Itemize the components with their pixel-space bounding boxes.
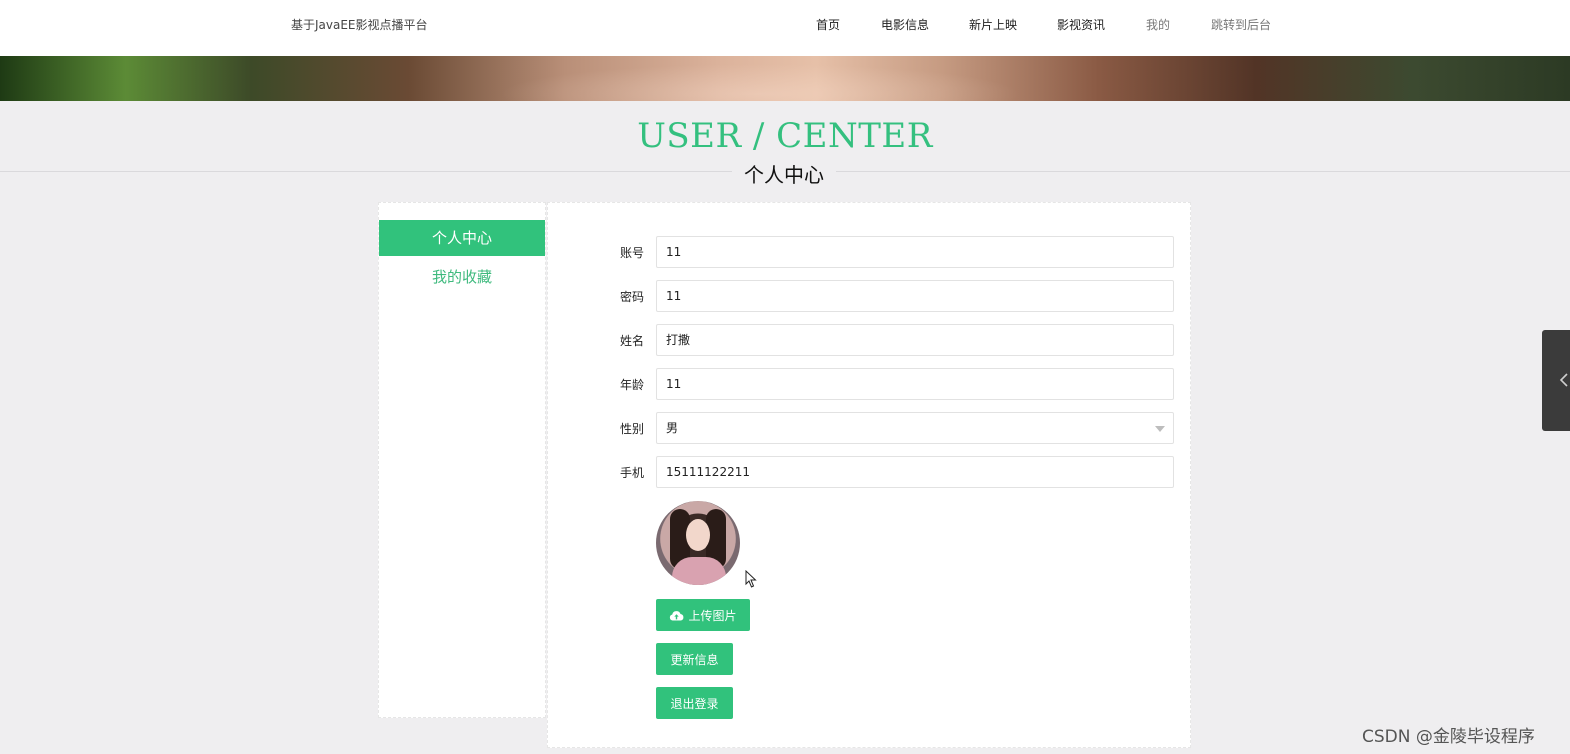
- top-navbar: 基于JavaEE影视点播平台 首页 电影信息 新片上映 影视资讯 我的 跳转到后…: [0, 0, 1570, 56]
- gender-select-value: 男: [666, 421, 679, 435]
- sidebar-item-user-center[interactable]: 个人中心: [379, 220, 545, 256]
- watermark-text: CSDN @金陵毕设程序: [1362, 727, 1535, 747]
- avatar: [656, 501, 740, 585]
- section-title: USER / CENTER: [637, 116, 933, 156]
- sidebar: 个人中心 我的收藏: [378, 202, 546, 718]
- gender-select[interactable]: 男: [656, 412, 1174, 444]
- upload-image-button[interactable]: 上传图片: [656, 599, 750, 631]
- logout-button[interactable]: 退出登录: [656, 687, 733, 719]
- hero-banner-image: [0, 56, 1570, 101]
- sidebar-item-favorites[interactable]: 我的收藏: [379, 259, 545, 295]
- nav-item-mine[interactable]: 我的: [1146, 16, 1170, 33]
- update-info-button[interactable]: 更新信息: [656, 643, 733, 675]
- nav-item-movies[interactable]: 电影信息: [881, 16, 929, 33]
- upload-image-label: 上传图片: [688, 608, 737, 623]
- account-field[interactable]: 11: [656, 236, 1174, 268]
- chevron-left-icon: [1559, 373, 1568, 387]
- mouse-cursor-icon: [745, 570, 757, 588]
- main-nav: 首页 电影信息 新片上映 影视资讯 我的 跳转到后台: [0, 16, 1570, 36]
- gender-label: 性别: [620, 422, 645, 436]
- name-label: 姓名: [620, 334, 645, 348]
- nav-item-admin[interactable]: 跳转到后台: [1211, 16, 1271, 33]
- nav-item-new-releases[interactable]: 新片上映: [969, 16, 1017, 33]
- phone-label: 手机: [620, 466, 645, 480]
- floating-side-tab[interactable]: [1542, 330, 1570, 431]
- nav-item-news[interactable]: 影视资讯: [1057, 16, 1105, 33]
- name-field[interactable]: 打撒: [656, 324, 1174, 356]
- chevron-down-icon: [1155, 426, 1165, 432]
- account-label: 账号: [620, 246, 645, 260]
- age-field[interactable]: 11: [656, 368, 1174, 400]
- phone-field[interactable]: 15111122211: [656, 456, 1174, 488]
- section-subtitle: 个人中心: [732, 159, 836, 188]
- password-label: 密码: [620, 290, 645, 304]
- nav-item-home[interactable]: 首页: [816, 16, 840, 33]
- age-label: 年龄: [620, 378, 645, 392]
- password-field[interactable]: 11: [656, 280, 1174, 312]
- cloud-upload-icon: [670, 610, 684, 620]
